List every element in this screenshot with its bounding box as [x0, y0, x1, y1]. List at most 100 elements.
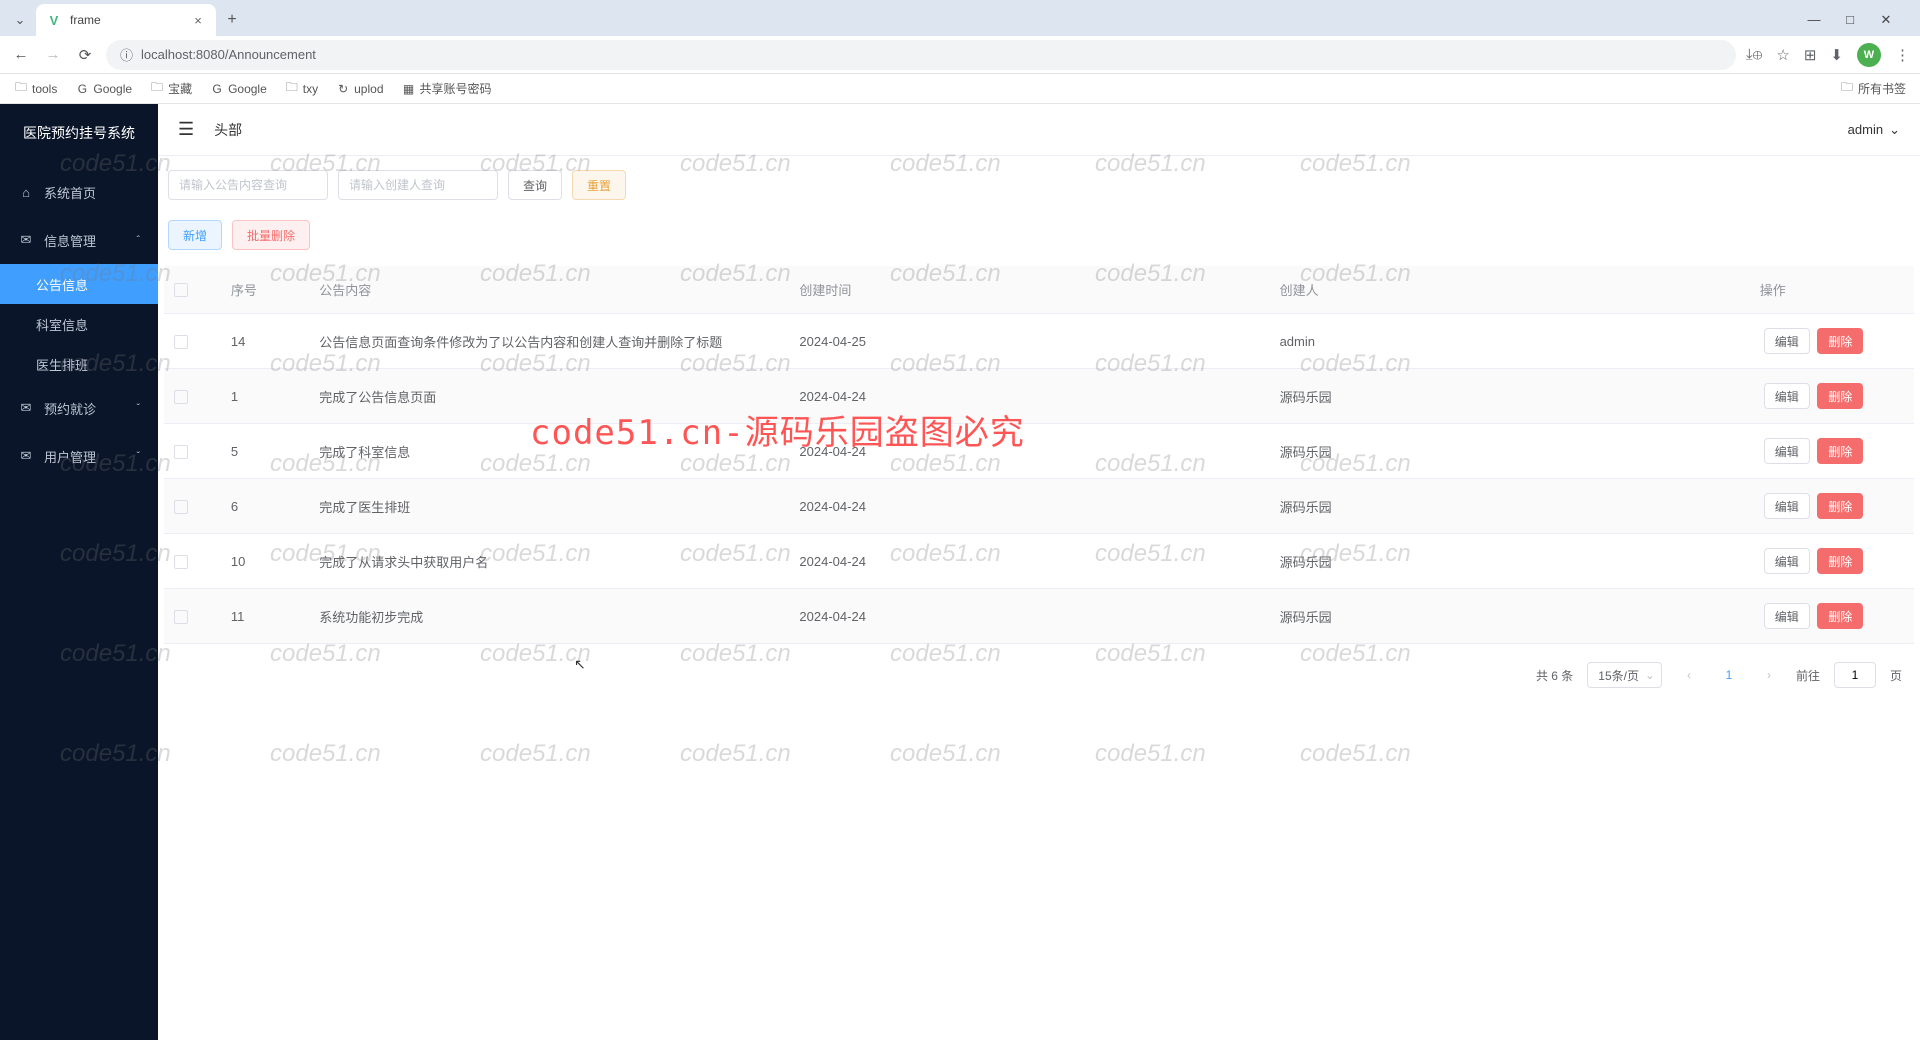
tab-close-icon[interactable]: ×: [190, 13, 206, 28]
actions-cell: 编辑 删除: [1750, 369, 1914, 424]
install-icon[interactable]: ⤓⊕: [1746, 46, 1762, 63]
site-info-icon[interactable]: ⓘ: [120, 45, 133, 64]
menu-label: 公告信息: [36, 275, 88, 294]
creator-cell: 源码乐园: [1270, 424, 1750, 479]
goto-page-input[interactable]: [1834, 662, 1876, 688]
profile-avatar[interactable]: W: [1857, 43, 1881, 67]
bookmark-item[interactable]: ▦共享账号密码: [402, 80, 492, 97]
creator-cell: 源码乐园: [1270, 589, 1750, 644]
batch-delete-button[interactable]: 批量删除: [232, 220, 310, 250]
all-bookmarks[interactable]: 🗀 所有书签: [1840, 78, 1906, 99]
edit-button[interactable]: 编辑: [1764, 328, 1810, 354]
edit-button[interactable]: 编辑: [1764, 603, 1810, 629]
tab-bar: ⌄ V frame × + — □ ✕: [0, 0, 1920, 36]
minimize-button[interactable]: —: [1804, 12, 1824, 28]
edit-button[interactable]: 编辑: [1764, 383, 1810, 409]
extensions-icon[interactable]: ⊞: [1804, 46, 1817, 64]
edit-button[interactable]: 编辑: [1764, 438, 1810, 464]
delete-button[interactable]: 删除: [1817, 603, 1863, 629]
table-row: 1 完成了公告信息页面 2024-04-24 源码乐园 编辑 删除: [164, 369, 1914, 424]
bookmark-item[interactable]: 🗀宝藏: [150, 78, 192, 99]
checkbox-cell: [164, 314, 221, 369]
vue-icon: V: [46, 12, 62, 28]
edit-button[interactable]: 编辑: [1764, 548, 1810, 574]
delete-button[interactable]: 删除: [1817, 493, 1863, 519]
downloads-icon[interactable]: ⬇: [1830, 46, 1843, 64]
sidebar-menu: ⌂系统首页✉信息管理ˆ 公告信息科室信息医生排班✉预约就诊ˇ✉用户管理ˇ: [0, 162, 158, 480]
checkbox-cell: [164, 369, 221, 424]
close-window-button[interactable]: ✕: [1876, 12, 1896, 28]
delete-button[interactable]: 删除: [1817, 383, 1863, 409]
sidebar-item[interactable]: ⌂系统首页: [0, 168, 158, 216]
address-icons: ⤓⊕ ☆ ⊞ ⬇ W ⋮: [1746, 43, 1910, 67]
edit-button[interactable]: 编辑: [1764, 493, 1810, 519]
header-time: 创建时间: [789, 266, 1269, 314]
bookmark-label: uplod: [354, 82, 383, 96]
goto-suffix: 页: [1890, 667, 1902, 684]
content-search-input[interactable]: [168, 170, 328, 200]
bookmark-item[interactable]: GGoogle: [75, 82, 132, 96]
sidebar-item[interactable]: ✉信息管理ˆ: [0, 216, 158, 264]
row-checkbox[interactable]: [174, 390, 188, 404]
creator-search-input[interactable]: [338, 170, 498, 200]
bookmark-label: 所有书签: [1858, 80, 1906, 97]
row-checkbox[interactable]: [174, 555, 188, 569]
menu-icon[interactable]: ⋮: [1895, 46, 1910, 64]
menu-icon: ✉: [18, 400, 34, 416]
new-tab-button[interactable]: +: [220, 11, 244, 29]
time-cell: 2024-04-24: [789, 424, 1269, 479]
sidebar-item[interactable]: ✉用户管理ˇ: [0, 432, 158, 480]
page-size-select[interactable]: 15条/页: [1587, 662, 1662, 688]
chevron-icon: ˇ: [137, 451, 140, 462]
sidebar-item[interactable]: 科室信息: [0, 304, 158, 344]
pagination: 共 6 条 15条/页 ‹ 1 › 前往 页: [164, 644, 1914, 706]
bookmark-item[interactable]: ↻uplod: [336, 82, 383, 96]
reload-button[interactable]: ⟳: [74, 46, 96, 64]
select-all-checkbox[interactable]: [174, 283, 188, 297]
page-number[interactable]: 1: [1716, 662, 1742, 688]
bookmark-item[interactable]: 🗀txy: [285, 78, 318, 99]
add-button[interactable]: 新增: [168, 220, 222, 250]
app-root: 医院预约挂号系统 ⌂系统首页✉信息管理ˆ 公告信息科室信息医生排班✉预约就诊ˇ✉用…: [0, 104, 1920, 1040]
next-page-button[interactable]: ›: [1756, 662, 1782, 688]
chevron-down-icon: ⌄: [1889, 122, 1900, 138]
user-dropdown[interactable]: admin ⌄: [1848, 122, 1900, 138]
delete-button[interactable]: 删除: [1817, 328, 1863, 354]
sidebar-title: 医院预约挂号系统: [0, 104, 158, 162]
row-checkbox[interactable]: [174, 610, 188, 624]
bookmark-item[interactable]: 🗀tools: [14, 78, 57, 99]
actions-cell: 编辑 删除: [1750, 314, 1914, 369]
sidebar-item[interactable]: ✉预约就诊ˇ: [0, 384, 158, 432]
search-button[interactable]: 查询: [508, 170, 562, 200]
row-checkbox[interactable]: [174, 335, 188, 349]
content-cell: 完成了从请求头中获取用户名: [309, 534, 789, 589]
content-cell: 系统功能初步完成: [309, 589, 789, 644]
bookmark-icon: 🗀: [14, 78, 28, 99]
bookmark-item[interactable]: GGoogle: [210, 82, 267, 96]
seq-cell: 11: [221, 589, 309, 644]
menu-label: 系统首页: [44, 183, 96, 202]
row-checkbox[interactable]: [174, 500, 188, 514]
header-ops: 操作: [1750, 266, 1914, 314]
hamburger-icon[interactable]: ☰: [178, 119, 194, 140]
bookmark-icon[interactable]: ☆: [1776, 46, 1789, 64]
content-cell: 公告信息页面查询条件修改为了以公告内容和创建人查询并删除了标题: [309, 314, 789, 369]
sidebar-item[interactable]: 公告信息: [0, 264, 158, 304]
delete-button[interactable]: 删除: [1817, 438, 1863, 464]
maximize-button[interactable]: □: [1840, 12, 1860, 28]
back-button[interactable]: ←: [10, 46, 32, 63]
row-checkbox[interactable]: [174, 445, 188, 459]
chevron-icon: ˇ: [137, 403, 140, 414]
reset-button[interactable]: 重置: [572, 170, 626, 200]
menu-icon: ✉: [18, 232, 34, 248]
sidebar-item[interactable]: 医生排班: [0, 344, 158, 384]
tabs-dropdown[interactable]: ⌄: [8, 8, 32, 32]
prev-page-button[interactable]: ‹: [1676, 662, 1702, 688]
url-input[interactable]: ⓘ localhost:8080/Announcement: [106, 40, 1736, 70]
content-cell: 完成了医生排班: [309, 479, 789, 534]
browser-tab[interactable]: V frame ×: [36, 4, 216, 36]
delete-button[interactable]: 删除: [1817, 548, 1863, 574]
header-creator: 创建人: [1270, 266, 1750, 314]
goto-prefix: 前往: [1796, 667, 1820, 684]
forward-button: →: [42, 46, 64, 63]
